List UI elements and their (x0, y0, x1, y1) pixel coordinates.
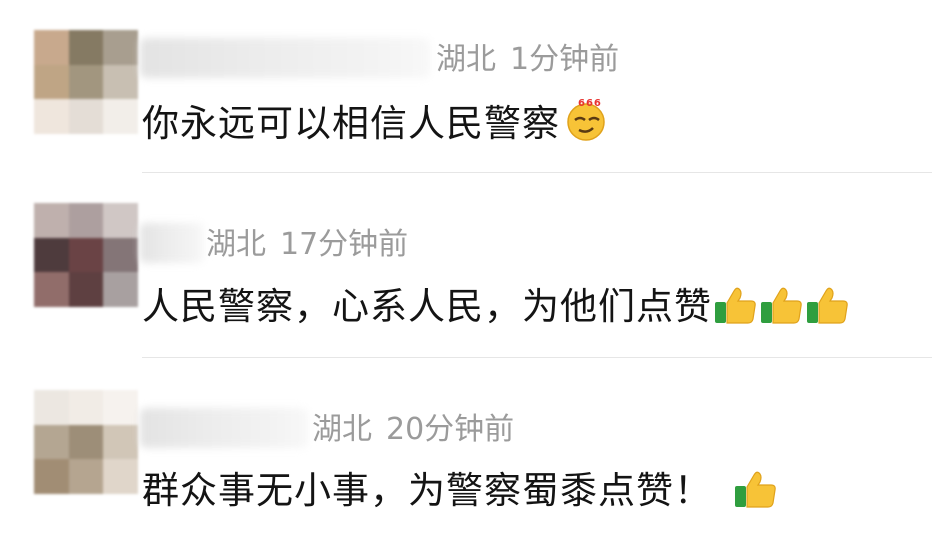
divider (142, 172, 932, 173)
comment-body: 你永远可以相信人民警察 (142, 102, 560, 145)
comment-item: 湖北 20分钟前 群众事无小事，为警察蜀黍点赞！ (0, 360, 932, 536)
comment-text: 你永远可以相信人民警察 666 (142, 96, 610, 155)
divider (142, 357, 932, 358)
location-text: 湖北 (436, 42, 496, 77)
timestamp-text: 17分钟前 (280, 227, 409, 262)
location-text: 湖北 (206, 227, 266, 262)
avatar[interactable] (34, 30, 138, 134)
timestamp-text: 1分钟前 (510, 42, 620, 77)
comment-body: 群众事无小事，为警察蜀黍点赞！ (142, 469, 712, 512)
avatar[interactable] (34, 390, 138, 494)
location-text: 湖北 (312, 412, 372, 447)
username-blurred[interactable] (140, 408, 308, 448)
comment-body: 人民警察，心系人民，为他们点赞 (142, 285, 712, 328)
comment-meta: 湖北 17分钟前 (206, 225, 408, 265)
thumbs-up-emoji (734, 469, 778, 522)
thumbs-up-emoji (714, 285, 758, 338)
timestamp-text: 20分钟前 (386, 412, 515, 447)
comment-item: 湖北 1分钟前 你永远可以相信人民警察 666 (0, 0, 932, 175)
svg-text:666: 666 (578, 98, 602, 109)
avatar[interactable] (34, 203, 138, 307)
comment-meta: 湖北 20分钟前 (312, 410, 514, 450)
comment-text: 人民警察，心系人民，为他们点赞 (142, 282, 850, 338)
username-blurred[interactable] (140, 38, 430, 78)
username-blurred[interactable] (140, 223, 204, 263)
666-smirk-emoji: 666 (562, 96, 610, 155)
comment-meta: 湖北 1分钟前 (436, 40, 619, 80)
comment-item: 湖北 17分钟前 人民警察，心系人民，为他们点赞 (0, 175, 932, 360)
thumbs-up-emoji (806, 285, 850, 338)
comment-text: 群众事无小事，为警察蜀黍点赞！ (142, 466, 778, 522)
thumbs-up-emoji (760, 285, 804, 338)
